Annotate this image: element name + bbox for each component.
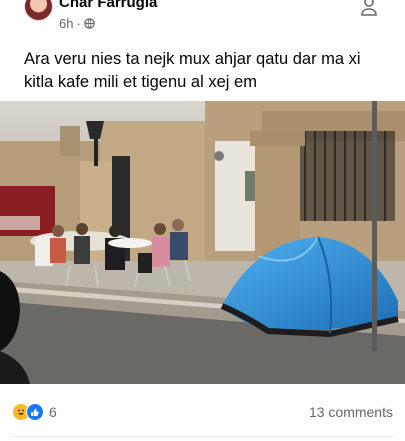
reaction-count: 6 <box>49 404 57 420</box>
street-scene-image <box>0 101 405 384</box>
post-footer: 6 13 comments <box>0 384 405 441</box>
meta-separator: · <box>76 16 81 31</box>
post-photo[interactable] <box>0 101 405 384</box>
post-meta: 6h · <box>59 16 95 31</box>
reaction-summary[interactable]: 6 <box>12 403 57 421</box>
author-name[interactable]: Char Farrugia <box>59 0 157 11</box>
comments-count[interactable]: 13 comments <box>309 404 393 420</box>
post-time[interactable]: 6h <box>59 16 73 31</box>
globe-icon <box>84 18 95 29</box>
post-header: Char Farrugia 6h · <box>0 0 405 40</box>
divider <box>12 436 393 437</box>
like-icon <box>26 403 44 421</box>
avatar[interactable] <box>24 0 53 21</box>
person-icon[interactable] <box>359 0 379 16</box>
post-text: Ara veru nies ta nejk mux ahjar qatu dar… <box>24 50 361 91</box>
